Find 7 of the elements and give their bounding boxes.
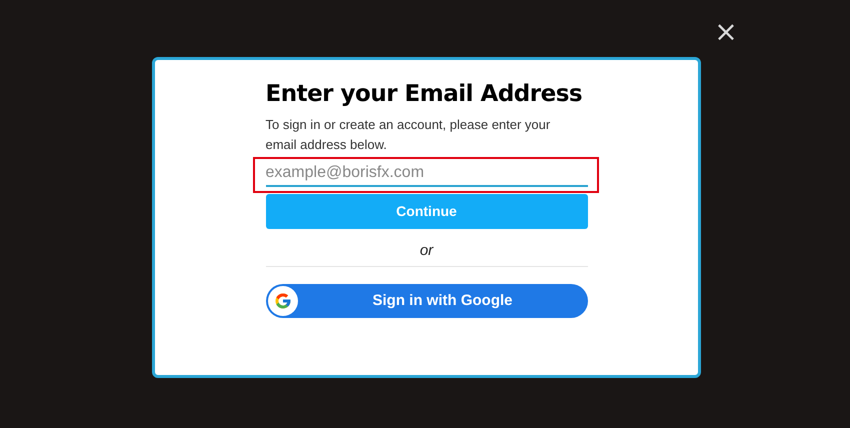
close-button[interactable]: × — [714, 18, 738, 46]
dialog-title: Enter your Email Address — [266, 80, 582, 109]
google-sign-in-button[interactable]: Sign in with Google — [266, 284, 588, 318]
description-text: To sign in or create an account, please enter your email address below. — [266, 116, 552, 154]
g-logo-icon — [268, 286, 298, 316]
or-text: or — [420, 242, 434, 260]
continue-button[interactable]: Continue — [266, 194, 588, 229]
